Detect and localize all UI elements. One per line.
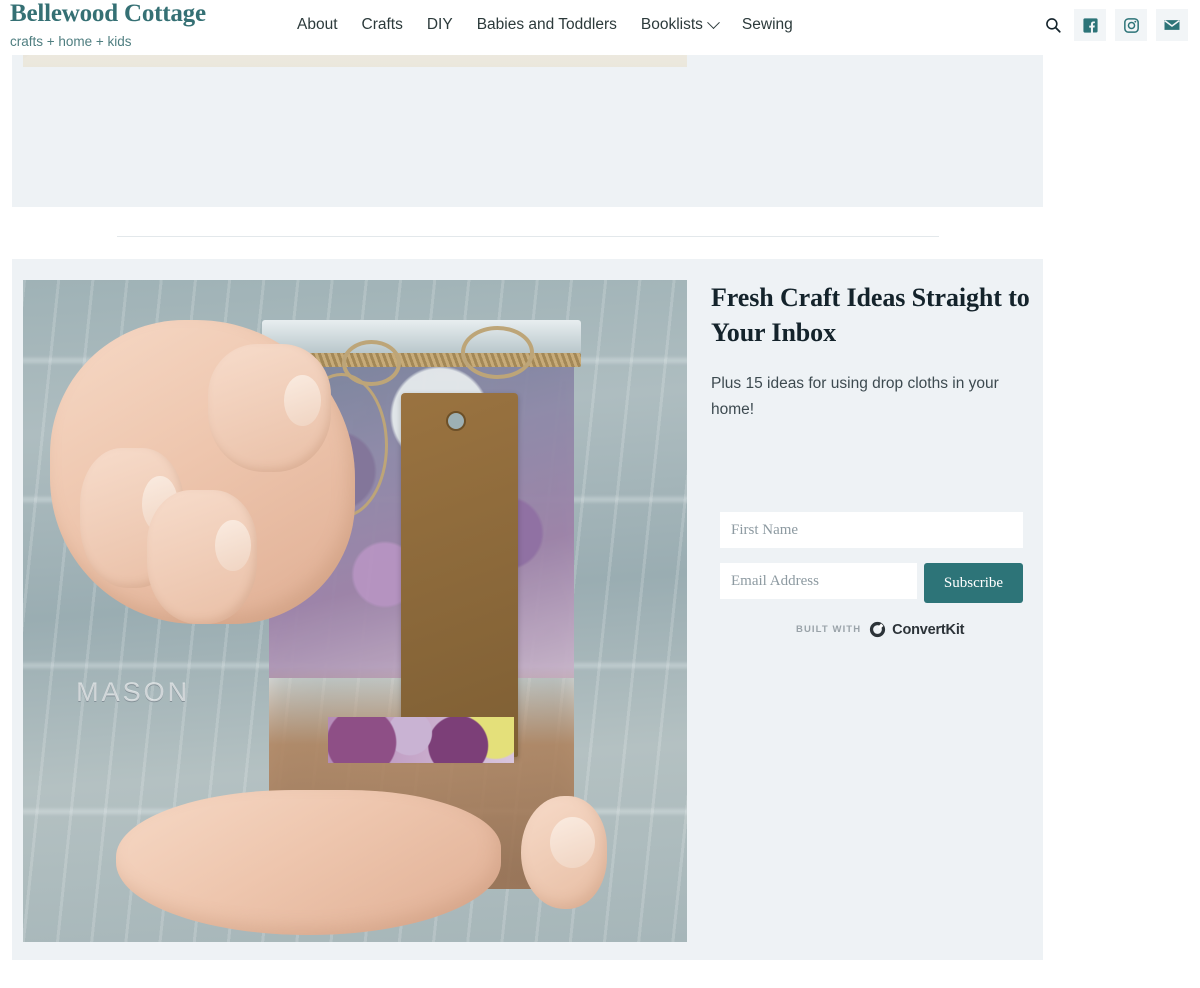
newsletter-subtitle: Plus 15 ideas for using drop cloths in y… bbox=[711, 375, 999, 418]
newsletter-form: Subscribe bbox=[720, 512, 1023, 603]
header-tools bbox=[1041, 9, 1188, 41]
email-button[interactable] bbox=[1156, 9, 1188, 41]
nav-label-about: About bbox=[297, 16, 338, 33]
nav-label-crafts: Crafts bbox=[361, 16, 403, 33]
thumb bbox=[521, 796, 608, 909]
nav-label-babies-and-toddlers: Babies and Toddlers bbox=[476, 16, 617, 33]
chevron-down-icon bbox=[707, 15, 720, 29]
hand-upper bbox=[49, 319, 355, 625]
nav-item-crafts[interactable]: Crafts bbox=[350, 14, 415, 36]
nav-item-about[interactable]: About bbox=[285, 14, 350, 36]
kraft-paper-tag bbox=[401, 392, 518, 757]
nav-label-booklists: Booklists bbox=[640, 16, 703, 33]
instagram-icon bbox=[1123, 17, 1139, 33]
section-divider bbox=[117, 236, 939, 237]
mason-jar-photo: MASON bbox=[23, 280, 687, 942]
convertkit-mark: ConvertKit bbox=[868, 620, 964, 639]
fingernail-2 bbox=[215, 519, 251, 571]
email-input[interactable] bbox=[720, 563, 917, 599]
facebook-button[interactable] bbox=[1074, 9, 1106, 41]
nav-item-diy[interactable]: DIY bbox=[415, 14, 465, 36]
site-header: Bellewood Cottage crafts + home + kids A… bbox=[0, 0, 1200, 55]
newsletter-card: MASON Fresh Craft Ideas Straight to Your… bbox=[12, 259, 1043, 960]
instagram-button[interactable] bbox=[1115, 9, 1147, 41]
convertkit-icon bbox=[870, 621, 886, 638]
search-button[interactable] bbox=[1041, 13, 1065, 37]
brand[interactable]: Bellewood Cottage crafts + home + kids bbox=[10, 0, 290, 50]
page-root: MASON Fresh Craft Ideas Straight to Your… bbox=[0, 0, 1200, 988]
thumbnail bbox=[550, 816, 596, 869]
convertkit-wordmark: ConvertKit bbox=[892, 621, 965, 638]
newsletter-content: Fresh Craft Ideas Straight to Your Inbox… bbox=[711, 280, 1035, 638]
site-tagline: crafts + home + kids bbox=[10, 34, 132, 49]
fingernail-3 bbox=[284, 374, 321, 426]
site-title[interactable]: Bellewood Cottage bbox=[10, 0, 290, 27]
nav-item-babies-and-toddlers[interactable]: Babies and Toddlers bbox=[465, 14, 629, 36]
built-with-label: BUILT WITH bbox=[796, 624, 862, 635]
newsletter-title: Fresh Craft Ideas Straight to Your Inbox bbox=[711, 283, 1030, 347]
nav-item-sewing[interactable]: Sewing bbox=[730, 14, 805, 36]
jar-embossed-text: MASON bbox=[76, 677, 191, 708]
email-row: Subscribe bbox=[720, 563, 1023, 603]
first-name-input[interactable] bbox=[720, 512, 1023, 548]
newsletter-image: MASON bbox=[23, 280, 687, 942]
nav-item-booklists[interactable]: Booklists bbox=[629, 14, 730, 36]
convertkit-badge[interactable]: BUILT WITH ConvertKit bbox=[796, 620, 964, 639]
finger-3 bbox=[208, 344, 331, 472]
main-navigation: About Crafts DIY Babies and Toddlers Boo… bbox=[285, 14, 805, 36]
search-icon bbox=[1046, 18, 1061, 33]
finger-2 bbox=[147, 490, 258, 625]
facebook-icon bbox=[1082, 17, 1098, 33]
email-icon bbox=[1164, 20, 1180, 30]
hand-lower bbox=[115, 789, 502, 936]
nav-label-sewing: Sewing bbox=[741, 16, 793, 33]
floral-fabric-strip bbox=[328, 716, 515, 764]
nav-label-diy: DIY bbox=[426, 16, 453, 33]
subscribe-button[interactable]: Subscribe bbox=[924, 563, 1023, 603]
